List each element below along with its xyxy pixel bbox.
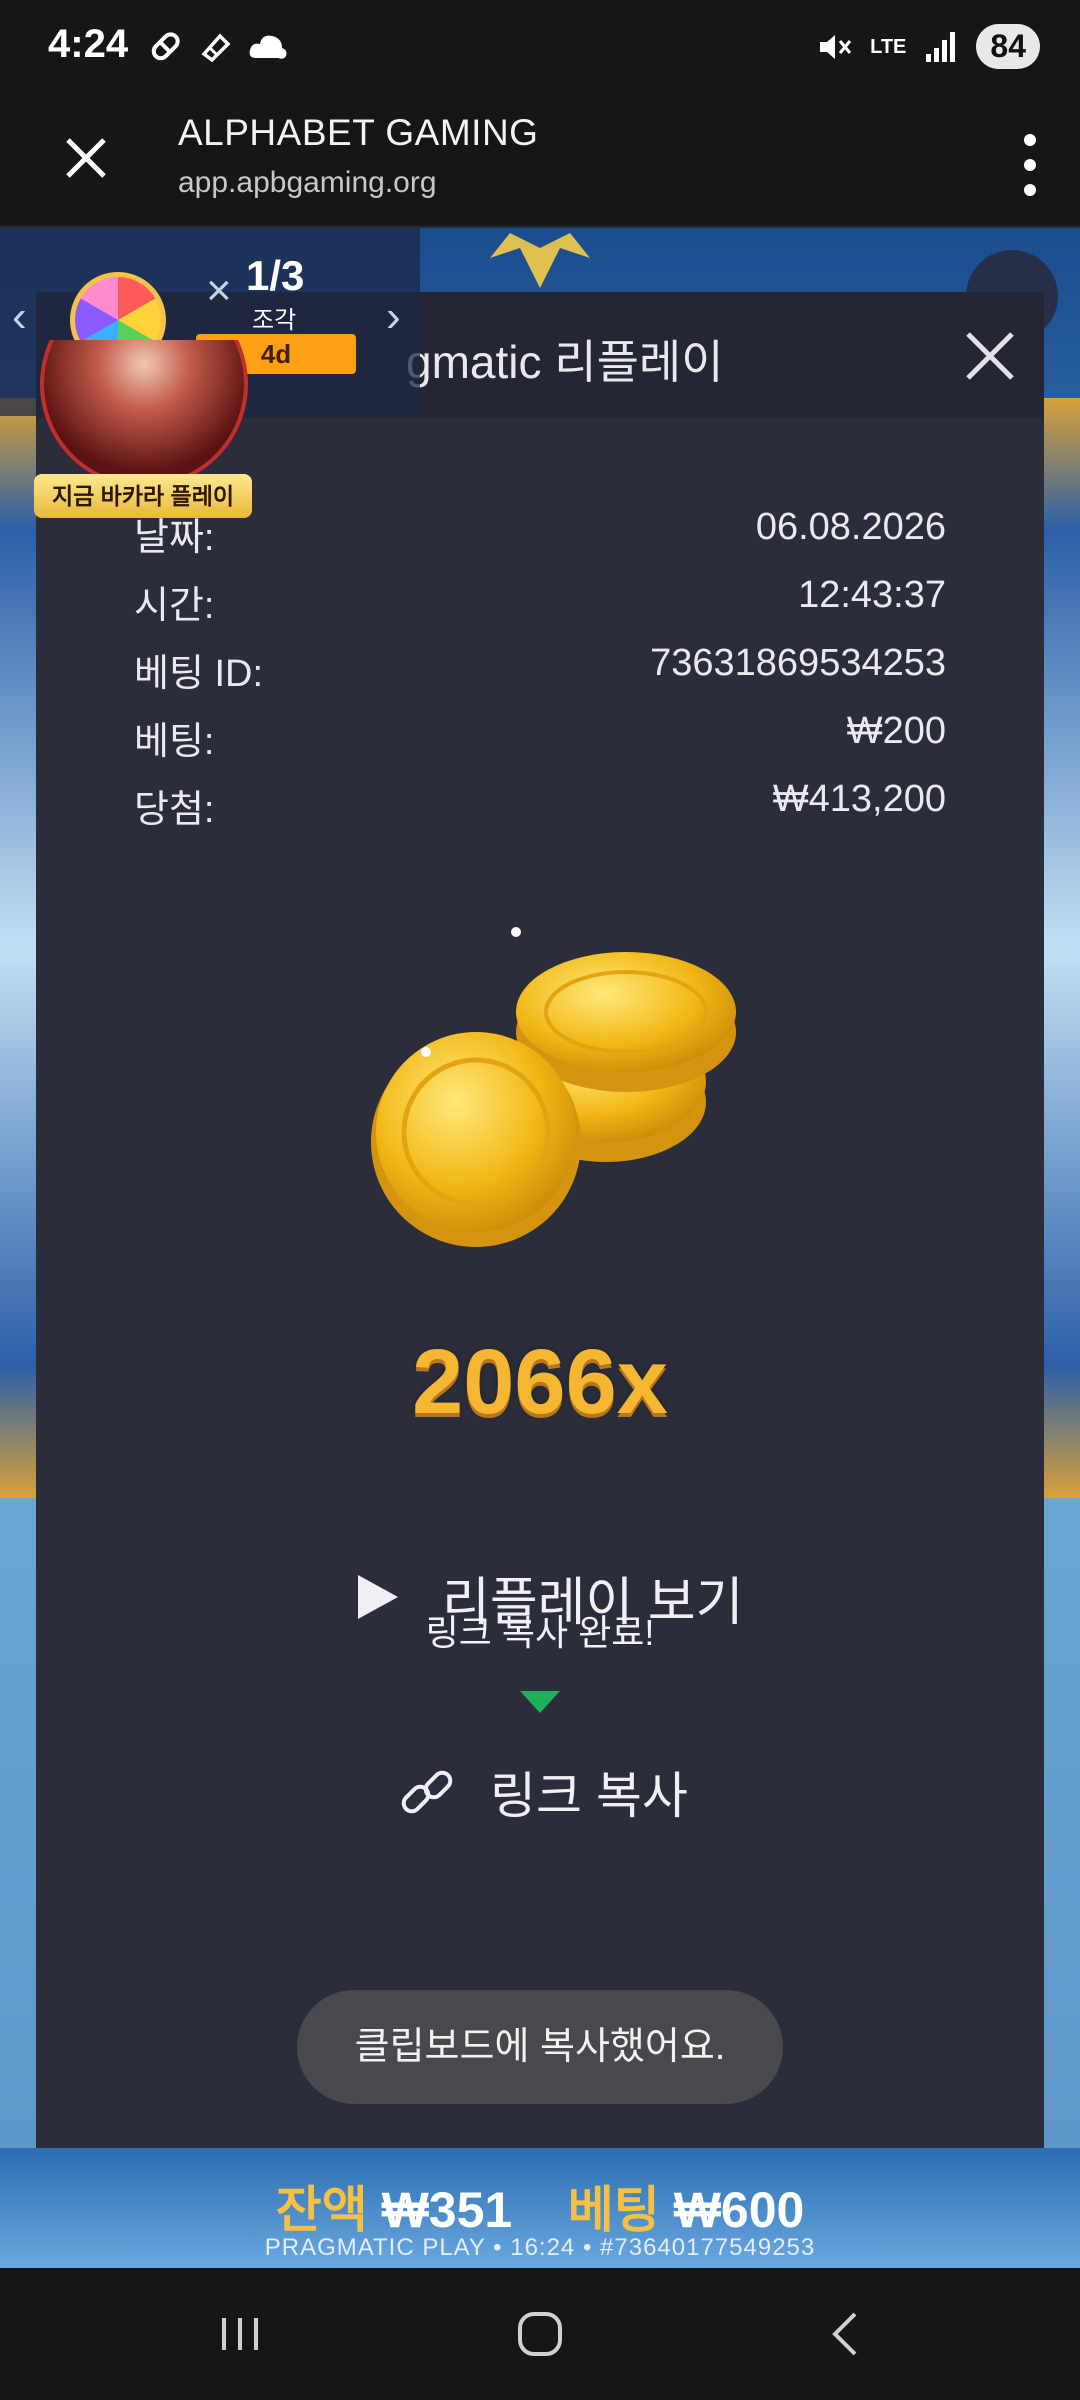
game-emblem-icon xyxy=(490,233,590,288)
notification-icons xyxy=(146,28,288,66)
chevron-left-icon[interactable]: ‹ xyxy=(12,292,27,342)
page-url[interactable]: app.apbgaming.org xyxy=(178,166,437,200)
game-meta: PRAGMATIC PLAY • 16:24 • #73640177549253 xyxy=(264,2234,816,2261)
cloud-icon xyxy=(249,35,287,59)
system-icons: LTE 84 xyxy=(816,24,1040,69)
info-row-date: 날짜: 06.08.2026 xyxy=(134,506,946,559)
info-row-bet: 베팅: ₩200 xyxy=(134,710,946,763)
link-icon xyxy=(401,1770,453,1814)
chevron-right-icon[interactable]: › xyxy=(386,292,401,342)
dealer-avatar-image xyxy=(40,340,248,488)
play-baccarat-button[interactable]: 지금 바카라 플레이 xyxy=(34,474,252,518)
close-icon[interactable] xyxy=(58,130,114,186)
lte-icon: LTE xyxy=(870,35,907,58)
widget-count-label: 조각 xyxy=(252,307,297,334)
mute-icon xyxy=(820,34,852,59)
info-label: 베팅: xyxy=(134,721,215,763)
win-multiplier: 2066x xyxy=(412,1331,668,1433)
browser-toolbar: ALPHABET GAMING app.apbgaming.org xyxy=(0,100,1080,228)
info-label: 당첨: xyxy=(134,789,215,831)
recent-apps-icon[interactable] xyxy=(210,2304,270,2364)
link-copied-tooltip: 링크 복사 완료! xyxy=(425,1612,655,1653)
status-bar: 4:24 LTE 84 xyxy=(0,0,1080,100)
info-value: 06.08.2026 xyxy=(755,506,946,548)
info-value: 12:43:37 xyxy=(798,574,946,616)
copy-link-label: 링크 복사 xyxy=(490,1768,688,1824)
page-title: ALPHABET GAMING xyxy=(178,112,539,153)
game-reel-border-left xyxy=(0,398,40,1498)
info-label: 베팅 ID: xyxy=(134,653,264,695)
info-label: 시간: xyxy=(134,585,215,627)
info-row-win: 당첨: ₩413,200 xyxy=(134,778,946,831)
pill-icon xyxy=(151,32,180,61)
status-time: 4:24 xyxy=(48,22,129,66)
clipboard-toast: 클립보드에 복사했어요. xyxy=(297,1990,783,2104)
info-row-bet-id: 베팅 ID: 73631869534253 xyxy=(134,642,946,695)
modal-title: gmatic 리플레이 xyxy=(406,336,724,388)
widget-count: 1/3 xyxy=(246,252,305,299)
signal-icon xyxy=(926,31,956,62)
system-navigation-bar xyxy=(0,2268,1080,2400)
tooltip-arrow-icon xyxy=(520,1691,560,1713)
dealer-avatar[interactable] xyxy=(40,340,248,490)
more-options-icon[interactable] xyxy=(1020,130,1040,200)
balance-label: 잔액 xyxy=(275,2182,368,2238)
info-value: ₩200 xyxy=(846,710,946,752)
info-value: 73631869534253 xyxy=(650,642,946,684)
balance-bar: 잔액 ₩351 베팅 ₩600 xyxy=(0,2170,1080,2242)
bet-value: ₩600 xyxy=(673,2182,805,2238)
info-value: ₩413,200 xyxy=(772,778,946,820)
balance-value: ₩351 xyxy=(381,2182,513,2238)
battery-indicator: 84 xyxy=(976,24,1040,69)
close-widget-icon[interactable]: × xyxy=(206,266,232,316)
game-reel-border-right xyxy=(1040,398,1080,1498)
replay-modal: gmatic 리플레이 날짜: 06.08.2026 시간: 12:43:37 … xyxy=(36,292,1044,2148)
copy-link-button[interactable]: 링크 복사 xyxy=(398,1752,688,1832)
modal-close-icon[interactable] xyxy=(962,328,1018,384)
back-icon[interactable] xyxy=(815,2304,875,2364)
bet-label: 베팅 xyxy=(567,2182,660,2238)
info-row-time: 시간: 12:43:37 xyxy=(134,574,946,627)
home-icon[interactable] xyxy=(510,2304,570,2364)
gold-coins-icon xyxy=(371,927,736,1247)
eraser-icon xyxy=(201,33,231,63)
